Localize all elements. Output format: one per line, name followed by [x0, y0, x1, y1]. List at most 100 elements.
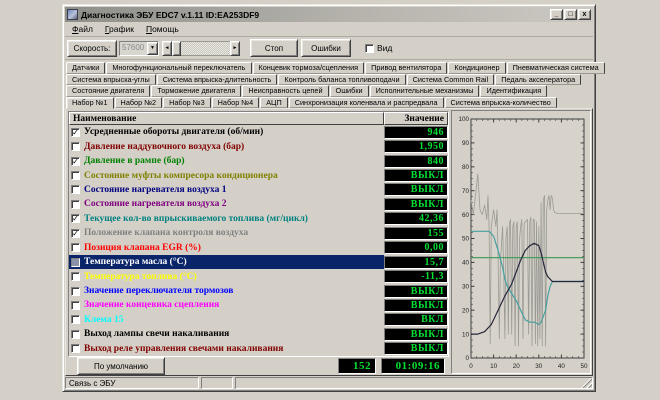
tab-2-4[interactable]: Система Common Rail — [407, 74, 495, 86]
row-name-cell[interactable]: Давление наддувочного воздуха (бар) — [69, 139, 384, 153]
row-checkbox[interactable] — [71, 185, 80, 194]
table-row[interactable]: ✓Давление в рампе (бар)840 — [69, 154, 448, 168]
frame-counter: 152 — [338, 358, 376, 374]
speed-scrollbar[interactable]: ◄ ► — [162, 41, 240, 56]
tab-3-2[interactable]: Торможение двигателя — [151, 85, 241, 97]
maximize-button[interactable]: □ — [564, 9, 577, 20]
table-row[interactable]: Значение переключателя тормозовВЫКЛ — [69, 284, 448, 298]
scroll-thumb[interactable] — [172, 41, 181, 56]
row-checkbox[interactable] — [71, 344, 80, 353]
row-name-cell[interactable]: Состояние нагревателя воздуха 2 — [69, 197, 384, 211]
table-row[interactable]: Значение концевика сцепленияВЫКЛ — [69, 298, 448, 312]
combo-dropdown-icon[interactable]: ▼ — [147, 42, 158, 55]
row-checkbox[interactable] — [71, 330, 80, 339]
row-label: Состояние нагревателя воздуха 2 — [84, 199, 227, 209]
table-row[interactable]: Позиция клапана EGR (%)0,00 — [69, 241, 448, 255]
tab-2-2[interactable]: Система впрыска-длительность — [157, 74, 278, 86]
tab-2-3[interactable]: Контроль баланса топливоподачи — [278, 74, 405, 86]
view-checkbox-wrap[interactable]: Вид — [365, 43, 392, 53]
view-checkbox[interactable] — [365, 44, 374, 53]
menu-item-1[interactable]: График — [100, 23, 139, 35]
tab-4-5[interactable]: АЦП — [260, 97, 288, 109]
row-name-cell[interactable]: Значение переключателя тормозов — [69, 284, 384, 298]
table-row[interactable]: ✓ Текущее кол-во впрыскиваемого топлива (… — [69, 212, 448, 226]
menu-item-2[interactable]: Помощь — [141, 23, 184, 35]
row-checkbox[interactable] — [71, 171, 80, 180]
table-row[interactable]: Состояние нагревателя воздуха 1ВЫКЛ — [69, 183, 448, 197]
svg-text:40: 40 — [462, 260, 470, 267]
row-name-cell[interactable]: ✓Положение клапана контроля воздуха — [69, 226, 384, 240]
table-row[interactable]: Состояние нагревателя воздуха 2ВЫКЛ — [69, 197, 448, 211]
tab-4-4[interactable]: Набор №4 — [212, 97, 260, 109]
row-name-cell[interactable]: Значение концевика сцепления — [69, 298, 384, 312]
menu-item-0[interactable]: Файл — [67, 23, 98, 35]
tab-2-1[interactable]: Система впрыска-углы — [66, 74, 156, 86]
close-button[interactable]: x — [578, 9, 591, 20]
row-value: 946 — [384, 126, 448, 139]
row-checkbox[interactable]: ✓ — [71, 229, 80, 238]
row-label: Текущее кол-во впрыскиваемого топлива (м… — [84, 214, 308, 224]
tab-4-1[interactable]: Набор №1 — [66, 97, 114, 110]
tab-3-1[interactable]: Состояние двигателя — [66, 85, 150, 97]
table-row[interactable]: Давление наддувочного воздуха (бар)1,950 — [69, 139, 448, 153]
row-checkbox[interactable] — [71, 243, 80, 252]
tab-1-4[interactable]: Привод вентилятора — [365, 62, 447, 74]
tab-3-5[interactable]: Исполнительные механизмы — [370, 85, 480, 97]
tab-2-5[interactable]: Педаль акселератора — [495, 74, 581, 86]
row-name-cell[interactable]: Состояние муфты компресора кондиционера — [69, 168, 384, 182]
row-name-cell[interactable]: ✓Давление в рампе (бар) — [69, 154, 384, 168]
tab-1-1[interactable]: Датчики — [66, 62, 105, 74]
row-name-cell[interactable]: Температура топлива (°C) — [69, 269, 384, 283]
row-checkbox[interactable] — [71, 142, 80, 151]
row-name-cell[interactable]: Состояние нагревателя воздуха 1 — [69, 183, 384, 197]
table-row[interactable]: Состояние муфты компресора кондиционераВ… — [69, 168, 448, 182]
default-button[interactable]: По умолчанию — [77, 357, 165, 375]
tab-1-3[interactable]: Концевик тормоза/сцепления — [253, 62, 365, 74]
tab-1-2[interactable]: Многофункциональный переключатель — [106, 62, 251, 74]
title-bar[interactable]: Диагностика ЭБУ EDC7 v.1.11 ID:EA253DF9 … — [65, 7, 593, 22]
row-name-cell[interactable]: ✓ Текущее кол-во впрыскиваемого топлива (… — [69, 212, 384, 226]
tab-4-2[interactable]: Набор №2 — [115, 97, 163, 109]
resize-grip-icon[interactable] — [581, 377, 592, 388]
row-name-cell[interactable]: Позиция клапана EGR (%) — [69, 241, 384, 255]
speed-combobox[interactable]: 57600 ▼ — [119, 41, 159, 56]
row-checkbox[interactable] — [71, 200, 80, 209]
tab-4-6[interactable]: Синхронизация коленвала и распредвала — [289, 97, 444, 109]
tab-1-5[interactable]: Кондиционер — [448, 62, 505, 74]
row-name-cell[interactable]: Клема 15 — [69, 313, 384, 327]
row-checkbox[interactable]: ✓ — [71, 128, 80, 137]
tab-3-4[interactable]: Ошибки — [330, 85, 369, 97]
row-name-cell[interactable]: Выход реле управления свечами накаливани… — [69, 342, 384, 356]
row-checkbox[interactable] — [71, 301, 80, 310]
row-checkbox[interactable] — [71, 315, 80, 324]
tab-3-6[interactable]: Идентификация — [480, 85, 547, 97]
tab-3-3[interactable]: Неисправность цепей — [242, 85, 328, 97]
status-segment-2[interactable] — [235, 377, 593, 389]
row-checkbox[interactable]: ✓ — [71, 214, 80, 223]
speed-button[interactable]: Скорость: — [67, 40, 117, 57]
stop-button[interactable]: Стоп — [250, 39, 298, 57]
row-checkbox[interactable]: ✓ — [71, 157, 80, 166]
tab-4-7[interactable]: Система впрыска-количество — [445, 97, 557, 109]
scroll-right-icon[interactable]: ► — [230, 41, 240, 56]
tab-4-3[interactable]: Набор №3 — [163, 97, 211, 109]
minimize-button[interactable]: _ — [550, 9, 563, 20]
row-name-cell[interactable]: Выход лампы свечи накаливания — [69, 327, 384, 341]
row-checkbox[interactable] — [71, 287, 80, 296]
row-name-cell[interactable]: Температура масла (°C) — [69, 255, 384, 269]
table-row[interactable]: Температура топлива (°C)-11,3 — [69, 269, 448, 283]
row-label: Значение концевика сцепления — [84, 300, 219, 310]
table-row[interactable]: ✓Усредненные обороты двигателя (об/мин)9… — [69, 125, 448, 139]
scroll-track[interactable] — [181, 41, 230, 56]
row-name-cell[interactable]: ✓Усредненные обороты двигателя (об/мин) — [69, 125, 384, 139]
row-checkbox[interactable] — [71, 258, 80, 267]
errors-button[interactable]: Ошибки — [301, 39, 351, 57]
tab-1-6[interactable]: Пневматическая система — [507, 62, 605, 74]
table-row[interactable]: Температура масла (°C)15,7 — [69, 255, 448, 269]
table-row[interactable]: Выход лампы свечи накаливанияВЫКЛ — [69, 327, 448, 341]
scroll-left-icon[interactable]: ◄ — [162, 41, 172, 56]
table-row[interactable]: ✓Положение клапана контроля воздуха155 — [69, 226, 448, 240]
table-row[interactable]: Выход реле управления свечами накаливани… — [69, 342, 448, 356]
table-row[interactable]: Клема 15ВКЛ — [69, 313, 448, 327]
row-checkbox[interactable] — [71, 272, 80, 281]
